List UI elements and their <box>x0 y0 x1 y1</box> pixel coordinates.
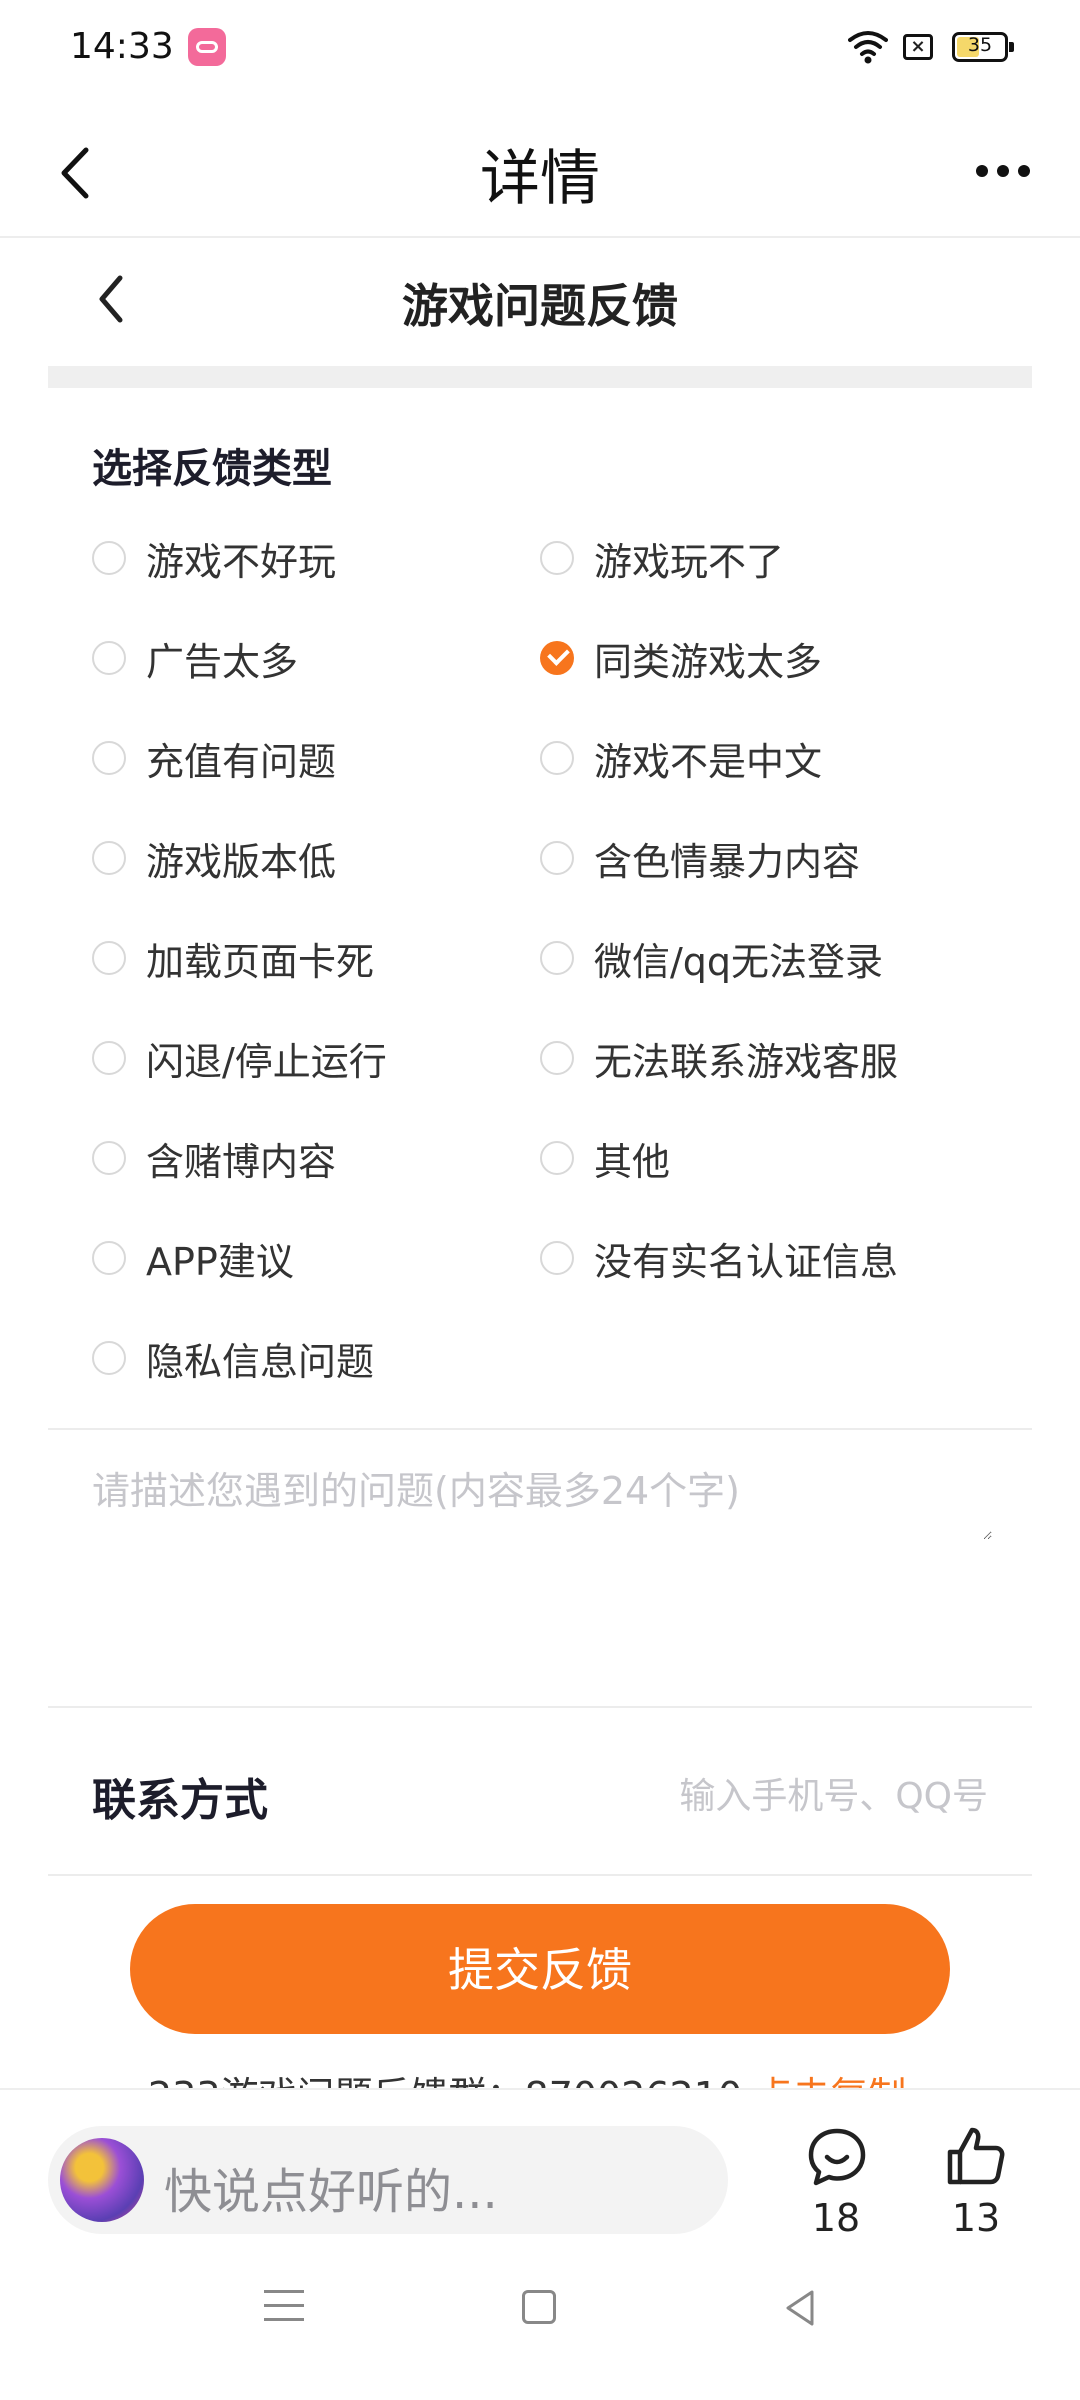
feedback-option[interactable]: 游戏玩不了 <box>540 528 784 588</box>
feedback-option[interactable]: 含赌博内容 <box>92 1128 336 1188</box>
home-icon[interactable] <box>522 2290 556 2324</box>
feedback-option[interactable]: 游戏版本低 <box>92 828 336 888</box>
feedback-option-label: 含赌博内容 <box>146 1139 337 1184</box>
feedback-option[interactable]: 游戏不是中文 <box>540 728 822 788</box>
feedback-option-label: 微信/qq无法登录 <box>594 939 884 984</box>
feedback-group-info: 233游戏问题反馈群：870026210 点击复制 <box>148 2070 906 2090</box>
feedback-option[interactable]: 没有实名认证信息 <box>540 1228 898 1288</box>
feedback-option-label: 没有实名认证信息 <box>594 1239 899 1284</box>
contact-label: 联系方式 <box>92 1775 268 1826</box>
divider <box>48 1428 1032 1430</box>
contact-input[interactable] <box>560 1768 988 1824</box>
radio-unchecked-icon[interactable] <box>540 1241 574 1275</box>
thumbs-up-icon[interactable] <box>944 2124 1008 2188</box>
feedback-option[interactable]: 含色情暴力内容 <box>540 828 860 888</box>
radio-unchecked-icon[interactable] <box>540 1041 574 1075</box>
like-count: 13 <box>951 2196 1001 2240</box>
submit-feedback-button[interactable]: 提交反馈 <box>130 1904 950 2034</box>
avatar <box>60 2138 144 2222</box>
radio-unchecked-icon[interactable] <box>92 841 126 875</box>
feedback-option-label: 无法联系游戏客服 <box>594 1039 899 1084</box>
comment-icon[interactable] <box>806 2126 868 2188</box>
feedback-option[interactable]: 微信/qq无法登录 <box>540 928 883 988</box>
radio-unchecked-icon[interactable] <box>92 641 126 675</box>
status-bar: 14:33 × 35 <box>0 0 1080 96</box>
feedback-option[interactable]: 游戏不好玩 <box>92 528 336 588</box>
feedback-option-label: 游戏玩不了 <box>594 539 785 584</box>
feedback-option[interactable]: 其他 <box>540 1128 670 1188</box>
more-options-icon[interactable] <box>976 162 1040 186</box>
radio-unchecked-icon[interactable] <box>540 541 574 575</box>
radio-checked-icon[interactable] <box>540 641 574 675</box>
system-nav-bar <box>0 2258 1080 2400</box>
top-header: 详情 <box>0 110 1080 236</box>
feedback-option[interactable]: 无法联系游戏客服 <box>540 1028 898 1088</box>
feedback-option-label: 加载页面卡死 <box>146 939 375 984</box>
app-notification-icon <box>188 28 226 66</box>
feedback-option-label: 广告太多 <box>146 639 299 684</box>
feedback-option[interactable]: APP建议 <box>92 1228 294 1288</box>
feedback-option-label: 充值有问题 <box>146 739 337 784</box>
feedback-option-selected[interactable]: 同类游戏太多 <box>540 628 822 688</box>
battery-level: 35 <box>967 34 993 56</box>
radio-unchecked-icon[interactable] <box>540 841 574 875</box>
status-time: 14:33 <box>70 26 174 67</box>
radio-unchecked-icon[interactable] <box>92 541 126 575</box>
feedback-option-label: 含色情暴力内容 <box>594 839 861 884</box>
feedback-option-label: 游戏版本低 <box>146 839 337 884</box>
wifi-icon <box>848 31 888 64</box>
feedback-option-label: 同类游戏太多 <box>594 639 823 684</box>
radio-unchecked-icon[interactable] <box>92 1241 126 1275</box>
comment-input[interactable]: 快说点好听的... <box>48 2126 728 2234</box>
radio-unchecked-icon[interactable] <box>92 1041 126 1075</box>
comment-count: 18 <box>811 2196 861 2240</box>
divider <box>48 1706 1032 1708</box>
radio-unchecked-icon[interactable] <box>92 1141 126 1175</box>
radio-unchecked-icon[interactable] <box>92 1341 126 1375</box>
no-sim-icon: × <box>903 34 933 60</box>
feedback-option[interactable]: 隐私信息问题 <box>92 1328 374 1388</box>
battery-icon: 35 <box>952 32 1014 62</box>
feedback-option[interactable]: 广告太多 <box>92 628 298 688</box>
feedback-option-label: APP建议 <box>146 1239 294 1284</box>
radio-unchecked-icon[interactable] <box>540 741 574 775</box>
nav-back-icon[interactable] <box>780 2286 820 2330</box>
feedback-option[interactable]: 充值有问题 <box>92 728 336 788</box>
radio-unchecked-icon[interactable] <box>92 741 126 775</box>
section-separator <box>48 366 1032 388</box>
feedback-option-label: 隐私信息问题 <box>146 1339 375 1384</box>
feedback-option[interactable]: 加载页面卡死 <box>92 928 374 988</box>
radio-unchecked-icon[interactable] <box>540 1141 574 1175</box>
comment-bar: 快说点好听的... 18 13 <box>0 2088 1080 2260</box>
feedback-title: 游戏问题反馈 <box>402 279 678 333</box>
problem-description-input[interactable] <box>92 1460 992 1540</box>
feedback-option-label: 游戏不好玩 <box>146 539 337 584</box>
radio-unchecked-icon[interactable] <box>540 941 574 975</box>
divider <box>48 1874 1032 1876</box>
feedback-option-label: 闪退/停止运行 <box>146 1039 387 1084</box>
radio-unchecked-icon[interactable] <box>92 941 126 975</box>
feedback-option-label: 其他 <box>594 1139 671 1184</box>
header-divider <box>0 236 1080 238</box>
page-title: 详情 <box>480 144 600 214</box>
menu-icon[interactable] <box>264 2290 304 2330</box>
feedback-type-heading: 选择反馈类型 <box>92 446 332 492</box>
comment-placeholder: 快说点好听的... <box>164 2164 498 2220</box>
feedback-option-label: 游戏不是中文 <box>594 739 823 784</box>
feedback-option[interactable]: 闪退/停止运行 <box>92 1028 387 1088</box>
